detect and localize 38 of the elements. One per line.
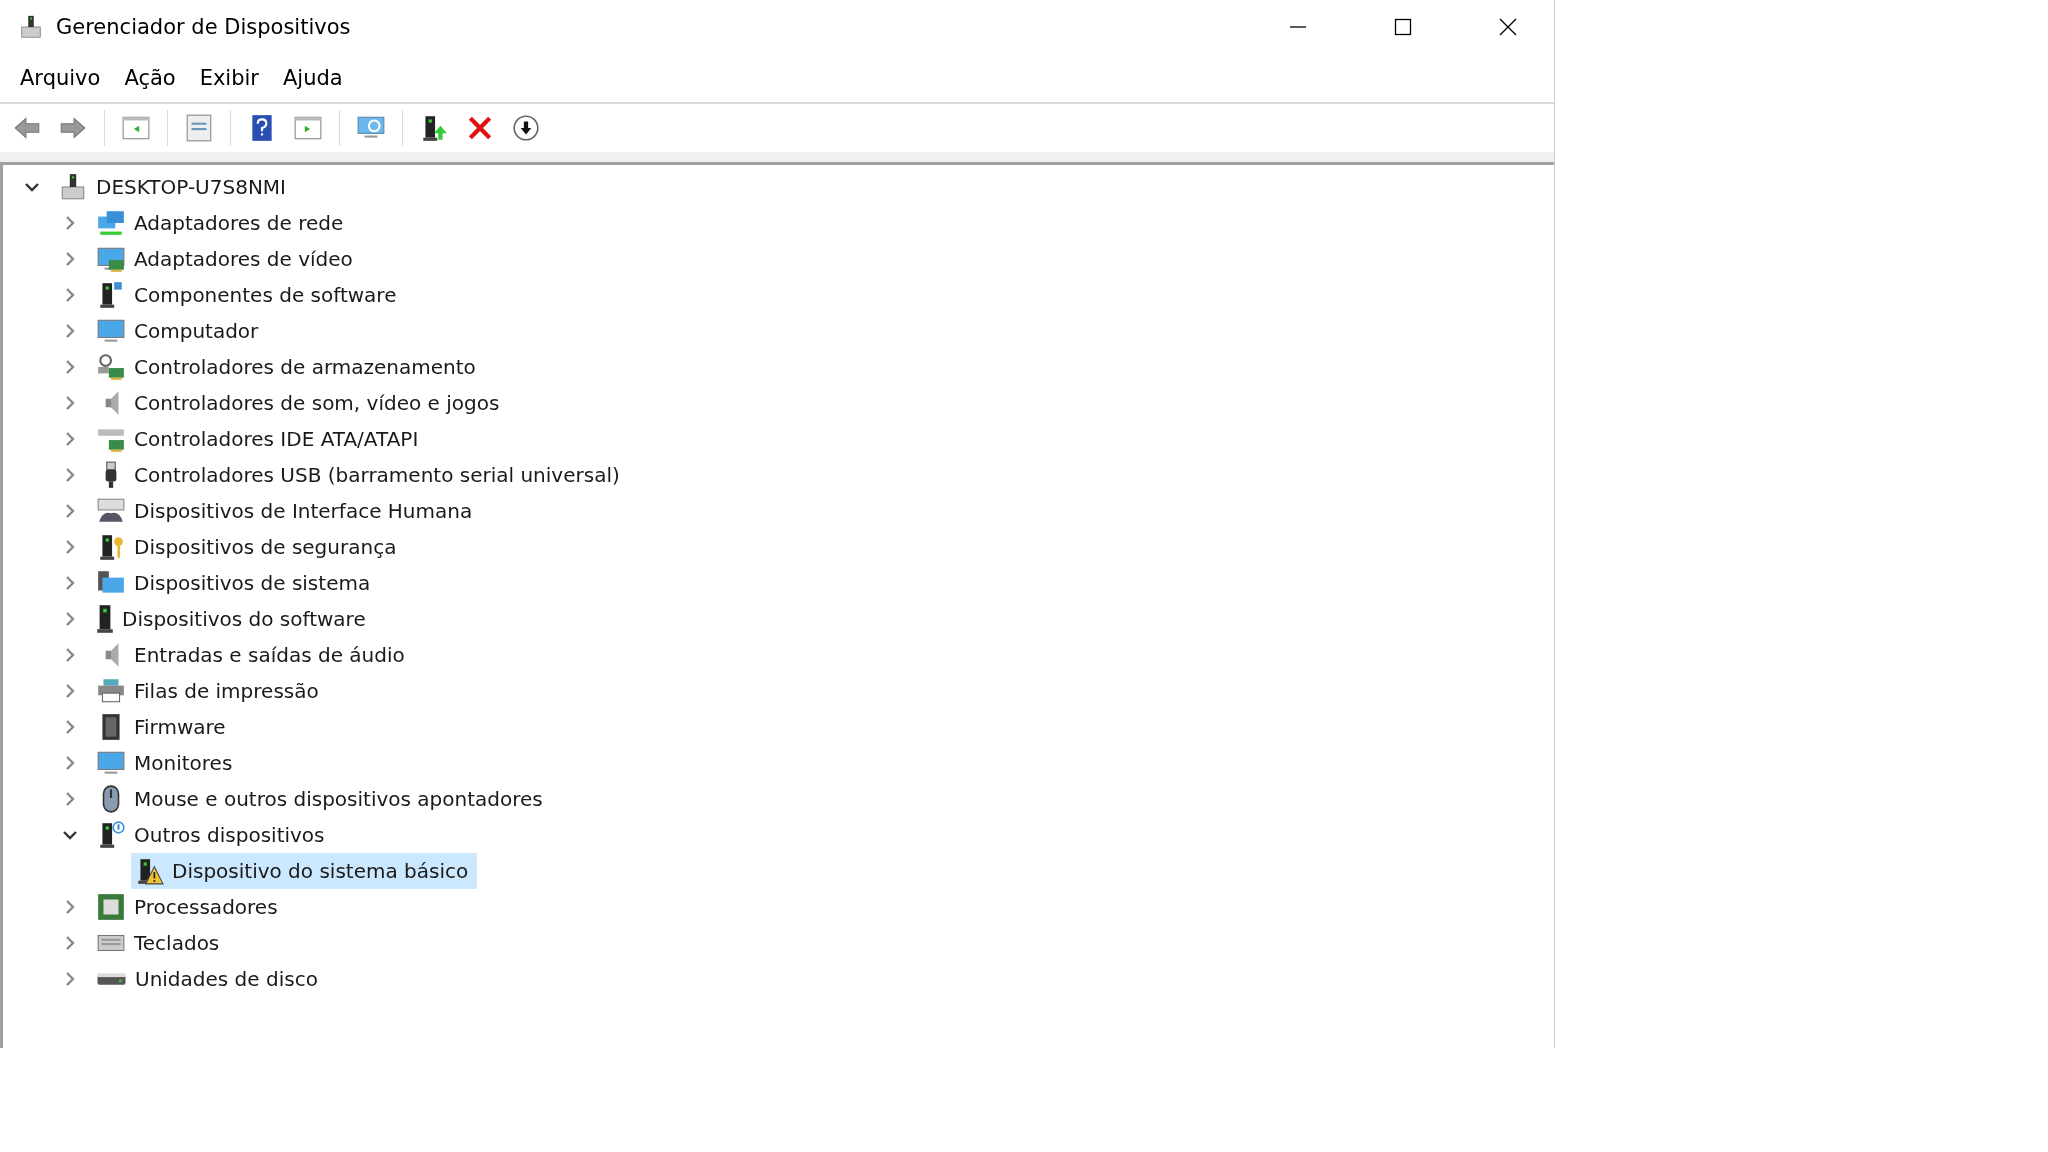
tree-item[interactable]: Teclados <box>93 925 229 961</box>
tree-item[interactable]: Controladores IDE ATA/ATAPI <box>93 421 428 457</box>
down-arrow-circle-icon <box>511 113 541 143</box>
tree-item[interactable]: Controladores de som, vídeo e jogos <box>93 385 509 421</box>
tree-item[interactable]: DESKTOP-U7S8NMI <box>55 169 295 205</box>
tree-item[interactable]: Dispositivos de segurança <box>93 529 406 565</box>
tree-item[interactable]: Monitores <box>93 745 242 781</box>
tree-item[interactable]: Controladores USB (barramento serial universal) <box>93 457 629 493</box>
computer-icon <box>18 14 44 40</box>
menu-item[interactable]: Ação <box>112 62 188 94</box>
tree-item[interactable]: Dispositivos de Interface Humana <box>93 493 482 529</box>
tree-item[interactable]: Mouse e outros dispositivos apontadores <box>93 781 552 817</box>
window-title: Gerenciador de Dispositivos <box>56 15 352 39</box>
menu-item[interactable]: Exibir <box>187 62 271 94</box>
menu-item[interactable]: Arquivo <box>8 62 113 94</box>
tree-item[interactable]: Outros dispositivos <box>93 817 334 853</box>
properties-icon <box>184 113 214 143</box>
tree-item[interactable]: Adaptadores de vídeo <box>93 241 362 277</box>
tree-item[interactable]: Processadores <box>93 889 287 925</box>
tree-item[interactable]: Dispositivos do software <box>93 601 375 637</box>
tree-item[interactable]: Filas de impressão <box>93 673 328 709</box>
tree-item[interactable]: Controladores de armazenamento <box>93 349 485 385</box>
tree-item[interactable]: Componentes de software <box>93 277 406 313</box>
tree-item[interactable]: Dispositivos de sistema <box>93 565 380 601</box>
menu-item[interactable]: Ajuda <box>271 62 355 94</box>
tree-item[interactable]: Dispositivo do sistema básico <box>131 853 478 889</box>
network-monitors-icon <box>96 208 126 238</box>
tree-item[interactable]: Firmware <box>93 709 235 745</box>
tree-item[interactable]: Adaptadores de rede <box>93 205 353 241</box>
maximize-icon <box>1393 18 1412 36</box>
tower-icon <box>96 604 114 634</box>
tree-item[interactable]: Unidades de disco <box>93 961 327 997</box>
disk-drive-icon <box>96 972 127 986</box>
tree-item[interactable]: Entradas e saídas de áudio <box>93 637 414 673</box>
close-icon <box>1498 18 1517 36</box>
processor-icon <box>96 892 126 922</box>
minimize-icon <box>1288 26 1307 28</box>
tree-item[interactable]: Computador <box>93 313 268 349</box>
